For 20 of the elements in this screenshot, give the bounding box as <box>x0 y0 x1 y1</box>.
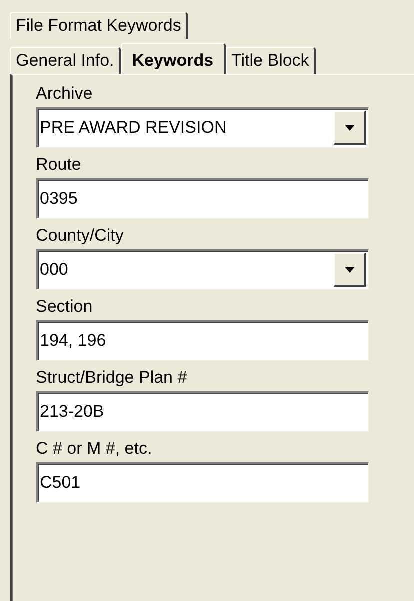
tab[interactable]: Keywords <box>121 43 226 74</box>
text-field[interactable]: 0395 <box>36 178 369 219</box>
dropdown-field[interactable]: PRE AWARD REVISION <box>36 107 369 148</box>
field-label: Section <box>36 296 94 318</box>
dropdown-field[interactable]: 000 <box>36 249 369 290</box>
text-field[interactable]: C501 <box>36 462 369 503</box>
caret-icon <box>344 266 354 272</box>
field-label: Struct/Bridge Plan # <box>36 367 188 389</box>
field-label: C # or M #, etc. <box>36 438 154 460</box>
dropdown-button[interactable] <box>334 253 366 287</box>
field-label: County/City <box>36 225 125 247</box>
caret-icon <box>344 124 354 130</box>
field-label: Archive <box>36 83 94 105</box>
tab[interactable]: Title Block <box>226 47 316 74</box>
dropdown-button[interactable] <box>334 111 366 145</box>
text-field[interactable]: 194, 196 <box>36 320 369 361</box>
tab[interactable]: General Info. <box>10 47 122 74</box>
text-field[interactable]: 213-20B <box>36 391 369 432</box>
field-label: Route <box>36 154 82 176</box>
tab[interactable]: File Format Keywords <box>10 12 188 39</box>
